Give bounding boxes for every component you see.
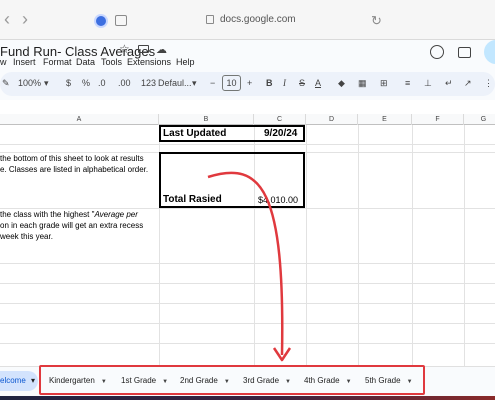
browser-window: ‹ › docs.google.com ↻ Fund Run- Class Av… [0, 0, 495, 396]
annotation-arrow [207, 171, 292, 362]
welcome-tab-chevron-icon[interactable]: ▾ [31, 376, 35, 385]
sheet-tabs-highlight-box [39, 365, 425, 395]
arrow-path [207, 171, 284, 356]
sheet-tab-welcome-label[interactable]: elcome [0, 376, 26, 385]
